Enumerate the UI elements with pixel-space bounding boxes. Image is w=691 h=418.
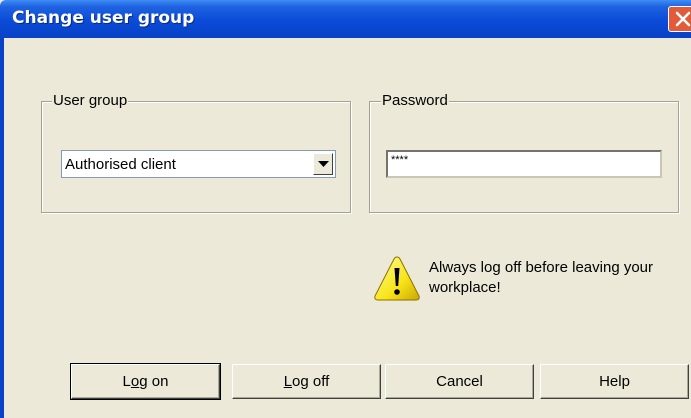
password-legend: Password: [381, 92, 449, 109]
window-title: Change user group: [12, 8, 195, 28]
user-group-select[interactable]: Authorised client: [61, 150, 336, 178]
chevron-down-icon: [318, 161, 329, 167]
help-button[interactable]: Help: [540, 364, 689, 399]
close-button[interactable]: [668, 6, 691, 32]
user-group-selected: Authorised client: [65, 156, 176, 173]
password-input[interactable]: ****: [386, 150, 662, 178]
dropdown-button[interactable]: [313, 153, 333, 175]
log-off-button[interactable]: Log off: [232, 364, 381, 399]
dialog-window: Change user group User group Authorised …: [0, 0, 691, 418]
warning-icon: [372, 254, 422, 309]
log-on-button[interactable]: Log on: [70, 363, 221, 400]
password-box: Password ****: [369, 92, 679, 213]
password-value: ****: [391, 154, 409, 166]
cancel-button[interactable]: Cancel: [385, 364, 534, 399]
warning-message: Always log off before leaving your workp…: [429, 259, 654, 296]
window-frame: [0, 38, 4, 418]
title-bar[interactable]: Change user group: [0, 0, 691, 38]
close-icon: [675, 11, 691, 27]
user-group-legend: User group: [52, 92, 129, 109]
user-group-box: User group Authorised client: [41, 92, 351, 213]
